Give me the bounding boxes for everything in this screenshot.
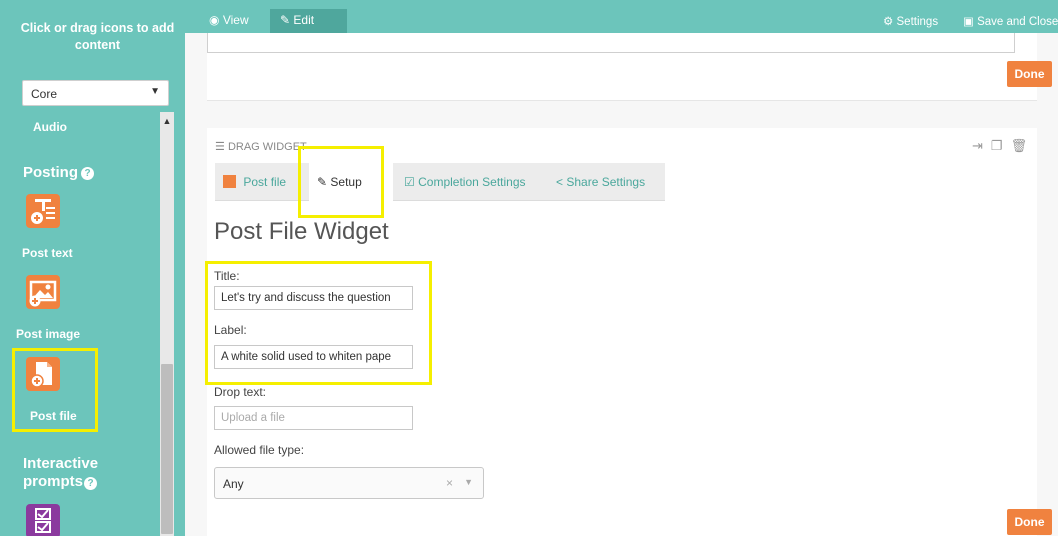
widget-list: Audio Posting? Post text Post image Post… xyxy=(0,112,185,536)
previous-widget-panel: Done xyxy=(207,33,1052,101)
clear-icon[interactable]: × xyxy=(446,476,453,490)
top-toolbar: ◉ View ✎ Edit ⚙ Settings ▣ Save and Clos… xyxy=(185,0,1058,33)
file-type-value: Any xyxy=(223,477,244,491)
widget-post-image-label[interactable]: Post image xyxy=(16,327,80,341)
scrollbar-thumb[interactable] xyxy=(161,364,173,534)
pencil-icon: ✎ xyxy=(280,13,291,27)
drag-widget-handle[interactable]: ☰ DRAG WIDGET xyxy=(215,140,307,153)
highlight-setup-tab xyxy=(298,146,384,218)
edit-mode-tab[interactable]: ✎ Edit xyxy=(270,9,347,33)
tab-completion-settings[interactable]: ☑ Completion Settings xyxy=(396,163,534,201)
widget-title: Post File Widget xyxy=(214,218,389,245)
gear-icon: ⚙ xyxy=(883,16,894,28)
help-icon[interactable]: ? xyxy=(84,477,97,490)
section-posting-label: Posting xyxy=(23,164,78,181)
sidebar-title: Click or drag icons to add content xyxy=(20,21,175,52)
post-file-icon xyxy=(223,175,236,188)
checklist-icon[interactable] xyxy=(26,504,60,536)
section-posting: Posting? xyxy=(23,164,94,181)
share-icon: < xyxy=(556,175,564,189)
checkbox-icon: ☑ xyxy=(404,175,415,189)
edit-mode-label: Edit xyxy=(293,13,315,27)
collapse-icon[interactable]: ⇥ xyxy=(972,138,991,153)
save-and-close-button[interactable]: ▣ Save and Close xyxy=(963,14,1058,28)
scroll-up-icon[interactable]: ▲ xyxy=(160,114,174,128)
widget-actions: ⇥❐🗑 xyxy=(972,138,1035,154)
section-interactive-label: Interactive prompts xyxy=(23,455,99,490)
drag-handle-icon: ☰ xyxy=(215,141,225,153)
chevron-down-icon[interactable]: ▼ xyxy=(464,477,473,487)
highlight-post-file xyxy=(12,348,98,432)
widget-tabs: Post file ✎ Setup ☑ Completion Settings … xyxy=(215,163,665,202)
category-select-value: Core xyxy=(31,87,58,101)
tab-completion-label: Completion Settings xyxy=(418,175,526,189)
file-type-select[interactable]: Any × ▼ xyxy=(214,467,484,499)
save-and-close-label: Save and Close xyxy=(977,16,1058,28)
drag-widget-label: DRAG WIDGET xyxy=(227,141,307,153)
previous-widget-input[interactable] xyxy=(207,33,1015,53)
settings-button[interactable]: ⚙ Settings xyxy=(883,14,938,28)
post-image-icon[interactable] xyxy=(26,275,60,309)
tab-share-label: Share Settings xyxy=(566,175,646,189)
eye-icon: ◉ xyxy=(209,13,220,27)
tab-post-file-label: Post file xyxy=(243,175,287,189)
view-mode-tab[interactable]: ◉ View xyxy=(199,9,259,33)
tab-post-file[interactable]: Post file xyxy=(215,163,294,201)
drop-text-field[interactable]: Upload a file xyxy=(214,406,413,430)
done-button[interactable]: Done xyxy=(1007,509,1052,535)
trash-icon[interactable]: 🗑 xyxy=(1011,138,1036,153)
tab-share-settings[interactable]: < Share Settings xyxy=(548,163,653,201)
sidebar: Click or drag icons to add content Core … xyxy=(0,0,185,536)
duplicate-icon[interactable]: ❐ xyxy=(991,138,1011,153)
widget-post-text-label[interactable]: Post text xyxy=(22,246,73,260)
sidebar-scrollbar[interactable]: ▲ xyxy=(160,112,174,536)
view-mode-label: View xyxy=(222,13,249,27)
highlight-title-label-fields xyxy=(205,261,432,385)
sidebar-item-audio[interactable]: Audio xyxy=(33,120,67,134)
file-type-label: Allowed file type: xyxy=(214,443,305,457)
settings-label: Settings xyxy=(896,16,939,28)
chevron-down-icon: ▼ xyxy=(150,86,160,97)
done-button[interactable]: Done xyxy=(1007,61,1052,87)
help-icon[interactable]: ? xyxy=(81,167,94,180)
section-interactive-prompts: Interactive prompts? xyxy=(23,455,118,491)
category-select[interactable]: Core ▼ xyxy=(22,80,169,106)
drop-text-label: Drop text: xyxy=(214,385,267,399)
save-icon: ▣ xyxy=(963,16,974,28)
post-text-icon[interactable] xyxy=(26,194,60,228)
